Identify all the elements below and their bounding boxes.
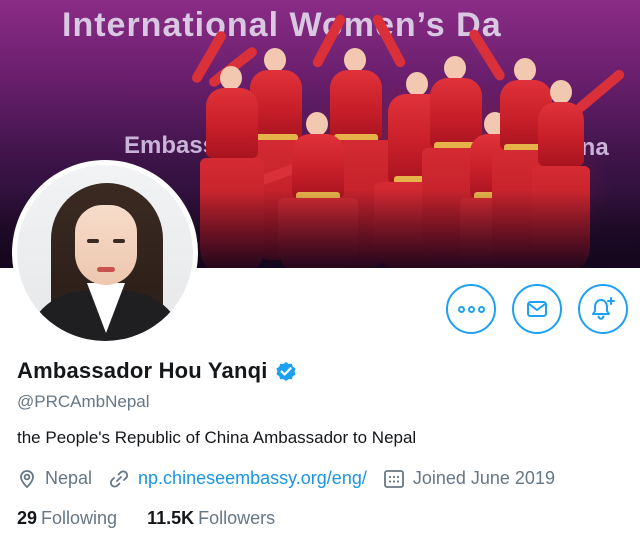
avatar-face xyxy=(75,205,137,285)
avatar-photo xyxy=(17,165,193,341)
location-pin-icon xyxy=(20,469,34,488)
profile-bio: the People's Republic of China Ambassado… xyxy=(17,428,417,447)
more-options-button[interactable] xyxy=(446,284,496,334)
display-name: Ambassador Hou Yanqi xyxy=(17,358,268,383)
location-item: Nepal xyxy=(17,468,92,489)
followers-count: 11.5K xyxy=(147,508,195,528)
more-dots-icon xyxy=(457,305,485,313)
website-link[interactable]: np.chineseembassy.org/eng/ xyxy=(138,468,367,489)
verified-badge-icon xyxy=(276,362,296,381)
joined-date-text: Joined June 2019 xyxy=(412,468,555,488)
message-button[interactable] xyxy=(512,284,562,334)
website-item: np.chineseembassy.org/eng/ xyxy=(108,468,367,489)
envelope-icon xyxy=(527,301,547,317)
avatar-eye xyxy=(113,239,125,243)
calendar-icon xyxy=(383,469,404,488)
followers-label: Followers xyxy=(198,508,276,528)
profile-handle: @PRCAmbNepal xyxy=(17,392,150,411)
bell-plus-icon xyxy=(592,297,615,320)
profile-meta-row: Nepal np.chineseembassy.org/eng/ Joined … xyxy=(17,468,571,489)
profile-name-row: Ambassador Hou Yanqi xyxy=(17,358,298,384)
joined-item: Joined June 2019 xyxy=(383,468,555,489)
notifications-button[interactable] xyxy=(578,284,628,334)
following-stat-link[interactable]: 29 Following xyxy=(17,508,117,529)
profile-avatar[interactable] xyxy=(12,160,198,346)
followers-stat-link[interactable]: 11.5K Followers xyxy=(147,508,275,529)
following-label: Following xyxy=(41,508,118,528)
following-count: 29 xyxy=(17,508,38,528)
avatar-eye xyxy=(87,239,99,243)
banner-title-text: International Women’s Da xyxy=(62,6,502,44)
link-icon xyxy=(110,469,129,488)
location-text: Nepal xyxy=(45,468,93,488)
avatar-lips xyxy=(97,267,115,272)
profile-stats-row: 29 Following 11.5K Followers xyxy=(17,508,305,529)
